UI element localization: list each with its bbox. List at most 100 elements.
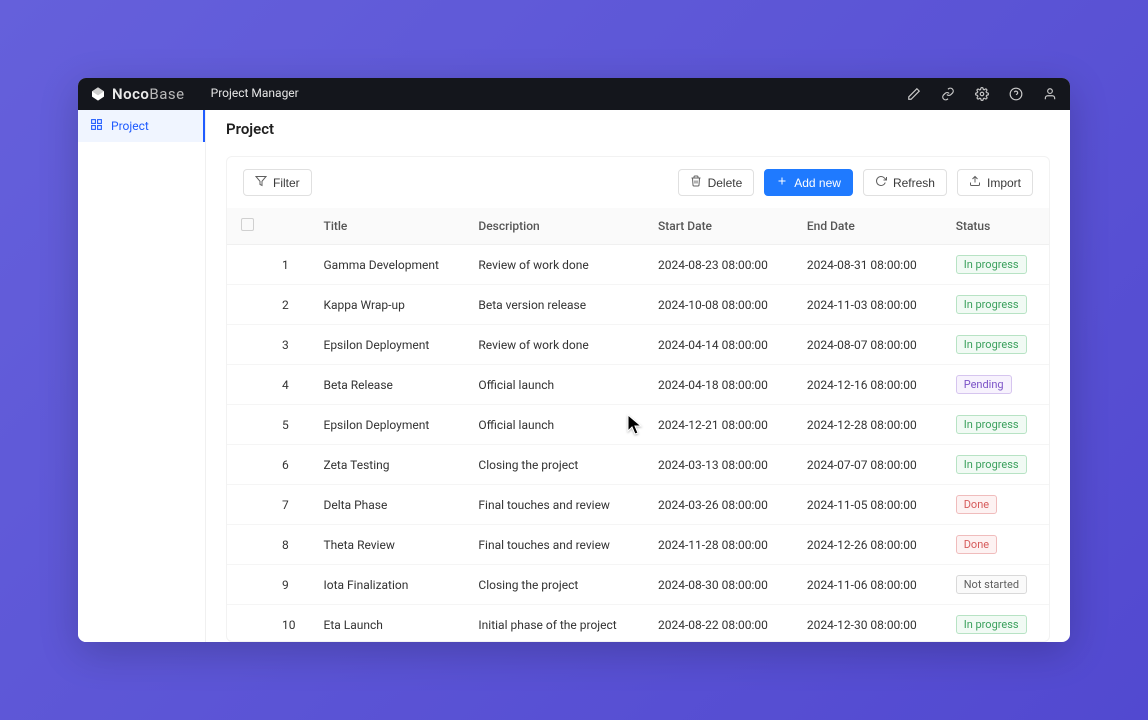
row-start-date: 2024-03-26 08:00:00 [644,485,793,525]
table-row[interactable]: 3Epsilon DeploymentReview of work done20… [227,325,1049,365]
select-all-col[interactable] [227,208,268,245]
row-description: Final touches and review [464,485,644,525]
logo-text-2: Base [149,85,184,103]
row-description: Beta version release [464,285,644,325]
row-checkbox-cell[interactable] [227,565,268,605]
row-status: In progress [942,445,1049,485]
sidebar-item-project[interactable]: Project [78,110,205,142]
row-checkbox-cell[interactable] [227,405,268,445]
main-panel: Project Filter Delete Add new [206,110,1070,642]
status-badge: In progress [956,335,1027,354]
table-toolbar: Filter Delete Add new Refresh [227,157,1049,208]
row-start-date: 2024-10-08 08:00:00 [644,285,793,325]
col-start-date[interactable]: Start Date [644,208,793,245]
row-title: Gamma Development [310,245,465,285]
table-row[interactable]: 9Iota FinalizationClosing the project202… [227,565,1049,605]
row-title: Epsilon Deployment [310,405,465,445]
row-index: 6 [268,445,310,485]
row-status: Done [942,525,1049,565]
row-description: Closing the project [464,445,644,485]
table-row[interactable]: 4Beta ReleaseOfficial launch2024-04-18 0… [227,365,1049,405]
row-end-date: 2024-11-06 08:00:00 [793,565,942,605]
row-end-date: 2024-12-28 08:00:00 [793,405,942,445]
col-end-date[interactable]: End Date [793,208,942,245]
refresh-icon [875,175,887,190]
table-row[interactable]: 5Epsilon DeploymentOfficial launch2024-1… [227,405,1049,445]
row-description: Initial phase of the project [464,605,644,643]
row-index: 1 [268,245,310,285]
row-end-date: 2024-11-03 08:00:00 [793,285,942,325]
row-checkbox-cell[interactable] [227,245,268,285]
col-description[interactable]: Description [464,208,644,245]
checkbox-icon[interactable] [241,218,254,231]
top-tab-project-manager[interactable]: Project Manager [203,78,307,110]
row-end-date: 2024-07-07 08:00:00 [793,445,942,485]
row-checkbox-cell[interactable] [227,285,268,325]
table-row[interactable]: 2Kappa Wrap-upBeta version release2024-1… [227,285,1049,325]
status-badge: In progress [956,615,1027,634]
row-title: Iota Finalization [310,565,465,605]
row-checkbox-cell[interactable] [227,325,268,365]
link-icon[interactable] [940,86,956,102]
filter-button[interactable]: Filter [243,169,312,196]
row-checkbox-cell[interactable] [227,485,268,525]
row-checkbox-cell[interactable] [227,445,268,485]
row-start-date: 2024-04-18 08:00:00 [644,365,793,405]
delete-button[interactable]: Delete [678,169,755,196]
row-start-date: 2024-12-21 08:00:00 [644,405,793,445]
row-title: Kappa Wrap-up [310,285,465,325]
refresh-button[interactable]: Refresh [863,169,947,196]
user-icon[interactable] [1042,86,1058,102]
row-start-date: 2024-11-28 08:00:00 [644,525,793,565]
status-badge: In progress [956,415,1027,434]
row-title: Theta Review [310,525,465,565]
row-title: Zeta Testing [310,445,465,485]
table-row[interactable]: 10Eta LaunchInitial phase of the project… [227,605,1049,643]
row-description: Official launch [464,365,644,405]
topbar: NocoBase Project Manager [78,78,1070,110]
status-badge: Pending [956,375,1012,394]
row-end-date: 2024-08-31 08:00:00 [793,245,942,285]
row-status: In progress [942,405,1049,445]
row-end-date: 2024-11-05 08:00:00 [793,485,942,525]
row-checkbox-cell[interactable] [227,365,268,405]
row-status: In progress [942,325,1049,365]
table-row[interactable]: 6Zeta TestingClosing the project2024-03-… [227,445,1049,485]
row-end-date: 2024-08-07 08:00:00 [793,325,942,365]
col-status[interactable]: Status [942,208,1049,245]
row-checkbox-cell[interactable] [227,525,268,565]
import-button[interactable]: Import [957,169,1033,196]
trash-icon [690,175,702,190]
plus-icon [776,175,788,190]
logo-text-1: Noco [112,85,149,103]
row-status: In progress [942,285,1049,325]
status-badge: In progress [956,295,1027,314]
row-index: 9 [268,565,310,605]
row-description: Review of work done [464,325,644,365]
status-badge: Done [956,495,997,514]
table-row[interactable]: 1Gamma DevelopmentReview of work done202… [227,245,1049,285]
edit-icon[interactable] [906,86,922,102]
table-header-row: Title Description Start Date End Date St… [227,208,1049,245]
col-title[interactable]: Title [310,208,465,245]
app-logo[interactable]: NocoBase [90,85,185,103]
settings-icon[interactable] [974,86,990,102]
table-row[interactable]: 7Delta PhaseFinal touches and review2024… [227,485,1049,525]
row-start-date: 2024-03-13 08:00:00 [644,445,793,485]
row-title: Delta Phase [310,485,465,525]
help-icon[interactable] [1008,86,1024,102]
row-title: Beta Release [310,365,465,405]
status-badge: In progress [956,455,1027,474]
row-end-date: 2024-12-16 08:00:00 [793,365,942,405]
row-title: Eta Launch [310,605,465,643]
row-checkbox-cell[interactable] [227,605,268,643]
row-index: 5 [268,405,310,445]
row-index: 8 [268,525,310,565]
row-description: Final touches and review [464,525,644,565]
add-new-button[interactable]: Add new [764,169,853,196]
row-description: Official launch [464,405,644,445]
row-start-date: 2024-08-23 08:00:00 [644,245,793,285]
table-row[interactable]: 8Theta ReviewFinal touches and review202… [227,525,1049,565]
row-start-date: 2024-08-30 08:00:00 [644,565,793,605]
row-start-date: 2024-04-14 08:00:00 [644,325,793,365]
